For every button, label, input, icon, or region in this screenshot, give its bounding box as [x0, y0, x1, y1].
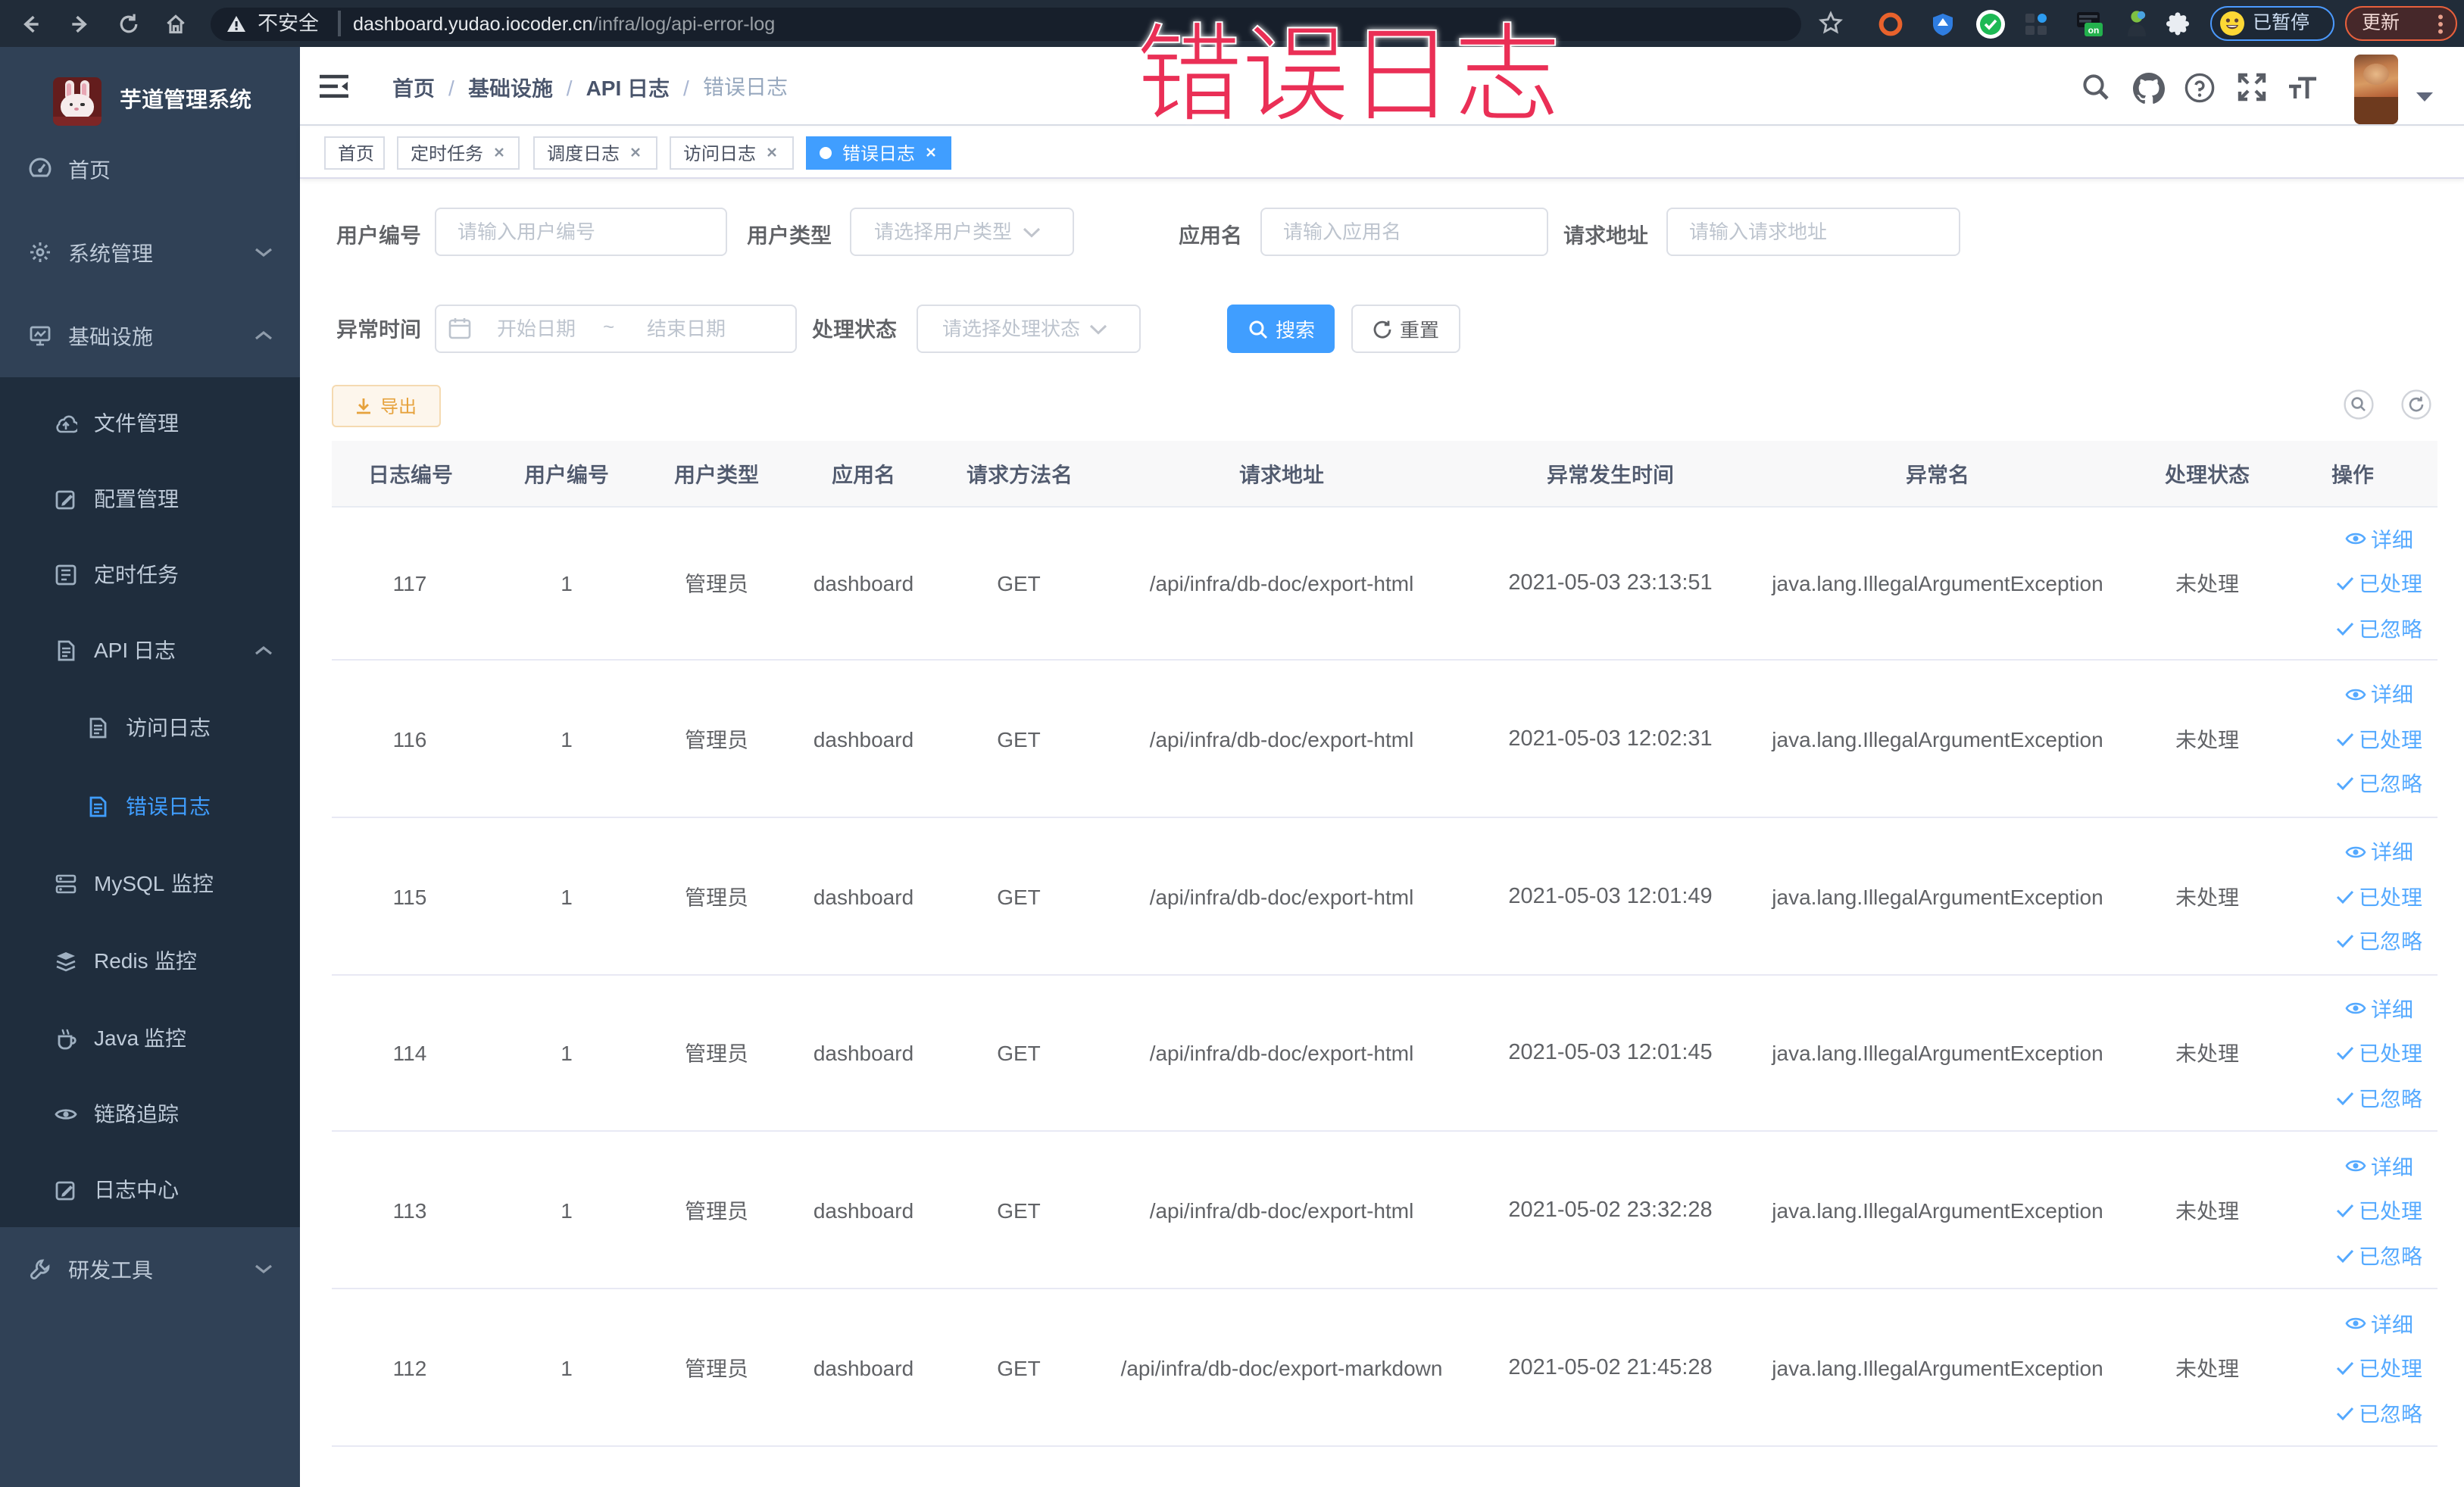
svg-text:on: on	[2088, 25, 2100, 36]
